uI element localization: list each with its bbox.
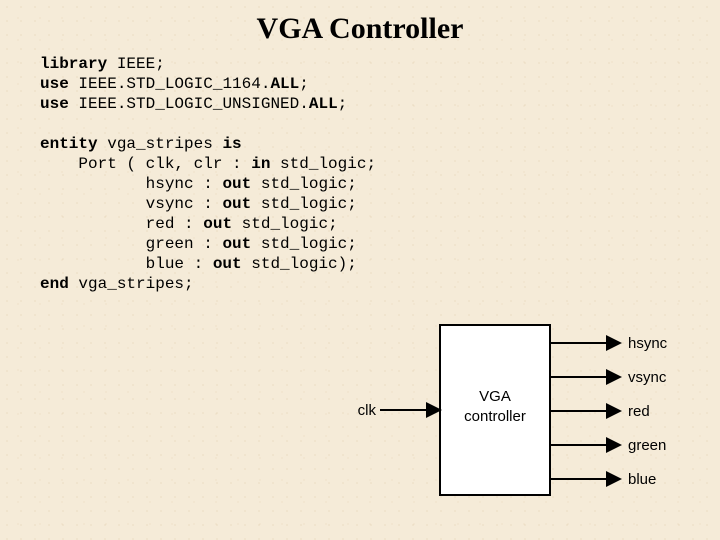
kw-out: out [222, 175, 251, 193]
code-text: std_logic; [251, 175, 357, 193]
kw-in: in [251, 155, 270, 173]
block-diagram: VGA controller clk hsync vsync red green… [340, 315, 700, 525]
kw-all: ALL [309, 95, 338, 113]
red-label: red [628, 403, 650, 420]
code-text: ; [299, 75, 309, 93]
kw-is: is [222, 135, 241, 153]
kw-out: out [222, 235, 251, 253]
code-text: green : [40, 235, 222, 253]
code-text: blue : [40, 255, 213, 273]
kw-end: end [40, 275, 69, 293]
code-text: IEEE.STD_LOGIC_1164. [69, 75, 271, 93]
kw-library: library [40, 55, 107, 73]
clk-label: clk [358, 402, 377, 419]
block-label-1: VGA [479, 388, 511, 405]
code-text: std_logic; [251, 195, 357, 213]
code-text: red : [40, 215, 203, 233]
code-text: IEEE; [107, 55, 165, 73]
blue-label: blue [628, 471, 656, 488]
code-text: Port ( clk, clr : [40, 155, 251, 173]
code-text: IEEE.STD_LOGIC_UNSIGNED. [69, 95, 309, 113]
kw-all: ALL [270, 75, 299, 93]
code-text: std_logic; [270, 155, 376, 173]
code-text: std_logic; [251, 235, 357, 253]
code-text: hsync : [40, 175, 222, 193]
code-text: vga_stripes [98, 135, 223, 153]
code-text: vga_stripes; [69, 275, 194, 293]
kw-use: use [40, 75, 69, 93]
code-text: vsync : [40, 195, 222, 213]
vsync-label: vsync [628, 369, 667, 386]
kw-out: out [203, 215, 232, 233]
kw-use: use [40, 95, 69, 113]
code-text: std_logic; [232, 215, 338, 233]
vhdl-code: library IEEE; use IEEE.STD_LOGIC_1164.AL… [0, 54, 720, 294]
hsync-label: hsync [628, 335, 668, 352]
page-title: VGA Controller [0, 0, 720, 54]
kw-entity: entity [40, 135, 98, 153]
code-text: ; [338, 95, 348, 113]
green-label: green [628, 437, 666, 454]
block-label-2: controller [464, 408, 526, 425]
kw-out: out [222, 195, 251, 213]
code-text: std_logic); [242, 255, 357, 273]
kw-out: out [213, 255, 242, 273]
